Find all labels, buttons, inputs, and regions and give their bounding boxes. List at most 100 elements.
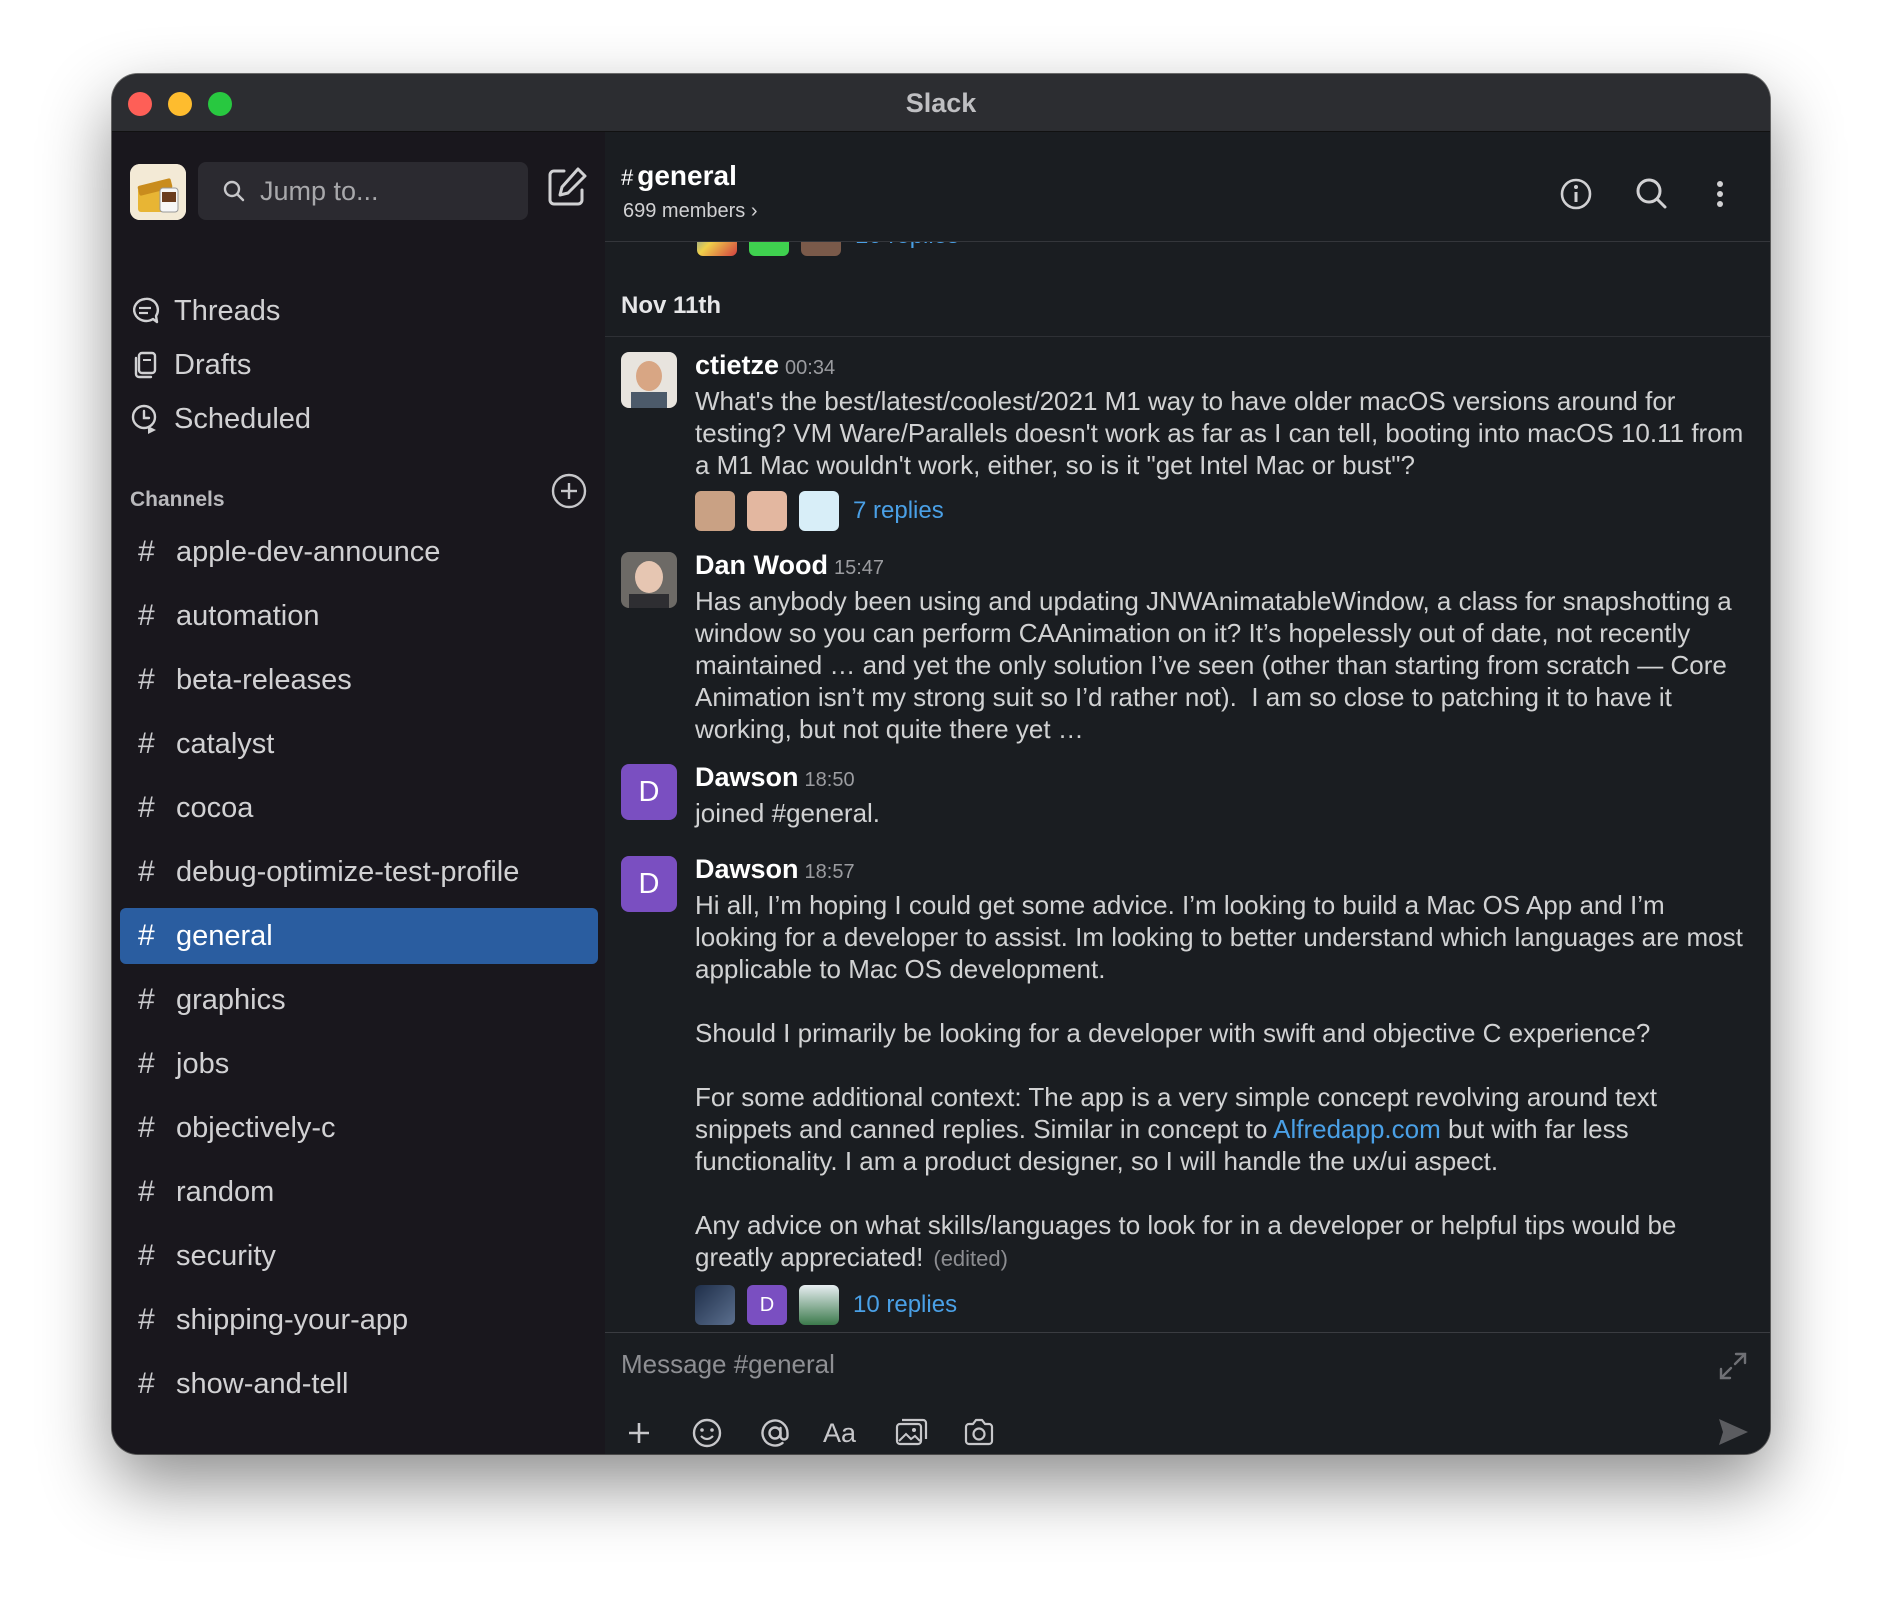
paragraph-text: Any advice on what skills/languages to l… [695, 1210, 1684, 1272]
thread-summary[interactable]: D 10 replies [695, 1285, 1750, 1325]
avatar[interactable] [621, 352, 677, 408]
send-button[interactable] [1714, 1413, 1752, 1451]
message-paragraph: Any advice on what skills/languages to l… [695, 1209, 1750, 1275]
message-timestamp[interactable]: 18:57 [805, 861, 855, 883]
search-channel-button[interactable] [1632, 174, 1672, 214]
channel-label: catalyst [176, 727, 275, 760]
hash-icon: # [138, 663, 155, 696]
formatting-button[interactable]: Aa [823, 1415, 867, 1451]
channel-item[interactable]: # automation [120, 588, 598, 644]
message-author[interactable]: Dawson [695, 854, 799, 884]
hash-icon: # [138, 535, 155, 568]
hash-icon: # [138, 727, 155, 760]
at-sign-icon [761, 1419, 789, 1447]
threads-icon [133, 297, 160, 324]
compose-icon [548, 167, 587, 206]
message-author[interactable]: Dan Wood [695, 550, 828, 580]
avatar[interactable]: D [621, 764, 677, 820]
replies-link[interactable]: 10 replies [853, 1291, 957, 1319]
search-icon [223, 180, 245, 202]
message-timestamp[interactable]: 00:34 [785, 357, 835, 379]
message-timestamp[interactable]: 18:50 [805, 769, 855, 791]
reply-avatar [695, 1285, 735, 1325]
channel-item[interactable]: # shipping-your-app [120, 1292, 598, 1348]
channel-item[interactable]: # random [120, 1164, 598, 1220]
channel-header: # general 699 members › [605, 132, 1770, 242]
previous-thread-summary[interactable]: 10 replies [697, 242, 959, 256]
gallery-button[interactable] [893, 1415, 929, 1451]
message-timestamp[interactable]: 15:47 [834, 557, 884, 579]
channel-item[interactable]: # show-and-tell [120, 1356, 598, 1412]
sidebar-item-drafts[interactable]: Drafts [130, 340, 590, 390]
channel-label: beta-releases [176, 663, 352, 696]
camera-button[interactable] [961, 1415, 997, 1451]
hash-icon: # [138, 1367, 155, 1400]
drafts-icon [134, 351, 157, 379]
channel-label: security [176, 1239, 276, 1272]
channel-label: jobs [176, 1047, 230, 1080]
message-list[interactable]: 10 replies Nov 11th ctietze 00:34 What's … [605, 242, 1770, 1332]
reply-avatar [695, 491, 735, 531]
channel-label: cocoa [176, 791, 254, 824]
camera-icon [964, 1418, 994, 1446]
message-paragraph: Hi all, I’m hoping I could get some advi… [695, 890, 1751, 984]
members-link[interactable]: 699 members › [623, 200, 758, 223]
reply-avatar-letter: D [759, 1294, 775, 1316]
mention-button[interactable] [757, 1415, 793, 1451]
more-actions-button[interactable] [1700, 174, 1740, 214]
channel-label: show-and-tell [176, 1367, 349, 1400]
hash-icon: # [138, 1047, 155, 1080]
compose-button[interactable] [542, 162, 592, 212]
thread-summary[interactable]: 7 replies [695, 491, 1750, 531]
channel-item[interactable]: # beta-releases [120, 652, 598, 708]
info-icon [1560, 178, 1592, 210]
workspace-icon[interactable] [130, 164, 186, 220]
channel-item[interactable]: # jobs [120, 1036, 598, 1092]
sidebar-item-scheduled[interactable]: Scheduled [130, 394, 590, 444]
jump-to-search[interactable]: Jump to... [198, 162, 528, 220]
channel-item[interactable]: # catalyst [120, 716, 598, 772]
message-text: What's the best/latest/coolest/2021 M1 w… [695, 386, 1751, 480]
channel-item[interactable]: # security [120, 1228, 598, 1284]
replies-link[interactable]: 7 replies [853, 497, 944, 525]
channel-label: shipping-your-app [176, 1303, 409, 1336]
vertical-ellipsis-icon [1717, 181, 1723, 207]
message-paragraph: For some additional context: The app is … [695, 1081, 1750, 1177]
hash-icon: # [138, 983, 155, 1016]
channels-header[interactable]: Channels [130, 488, 225, 512]
channel-item[interactable]: # debug-optimize-test-profile [120, 844, 598, 900]
message-paragraph: Should I primarily be looking for a deve… [695, 1018, 1651, 1048]
message-author[interactable]: Dawson [695, 762, 799, 792]
sidebar-item-label: Threads [174, 294, 281, 327]
replies-link[interactable]: 10 replies [855, 242, 959, 250]
reply-avatar [799, 491, 839, 531]
channel-label: general [176, 919, 273, 952]
channel-item[interactable]: # objectively-c [120, 1100, 598, 1156]
channel-item[interactable]: # graphics [120, 972, 598, 1028]
reply-avatar [697, 242, 737, 256]
reply-avatar [801, 242, 841, 256]
channel-title[interactable]: # general [621, 160, 737, 192]
channel-item[interactable]: # apple-dev-announce [120, 524, 598, 580]
hash-icon: # [138, 1111, 155, 1144]
emoji-icon [692, 1418, 722, 1448]
sidebar-item-threads[interactable]: Threads [130, 286, 590, 336]
add-channel-button[interactable] [550, 472, 588, 510]
channel-item-active[interactable]: # general [120, 908, 598, 964]
attach-button[interactable] [621, 1415, 657, 1451]
photo-gallery-icon [895, 1418, 928, 1446]
channel-item[interactable]: # cocoa [120, 780, 598, 836]
expand-composer-button[interactable] [1716, 1349, 1750, 1383]
alfredapp-link[interactable]: Alfredapp.com [1273, 1114, 1441, 1144]
hash-icon: # [138, 1175, 155, 1208]
message-input[interactable]: Message #general [621, 1349, 835, 1380]
message-author[interactable]: ctietze [695, 350, 779, 380]
edited-label: (edited) [933, 1246, 1008, 1271]
hash-icon: # [138, 919, 155, 952]
avatar[interactable] [621, 552, 677, 608]
avatar[interactable]: D [621, 856, 677, 912]
emoji-button[interactable] [689, 1415, 725, 1451]
plus-icon [629, 1423, 649, 1443]
reply-avatar [799, 1285, 839, 1325]
channel-details-button[interactable] [1556, 174, 1596, 214]
